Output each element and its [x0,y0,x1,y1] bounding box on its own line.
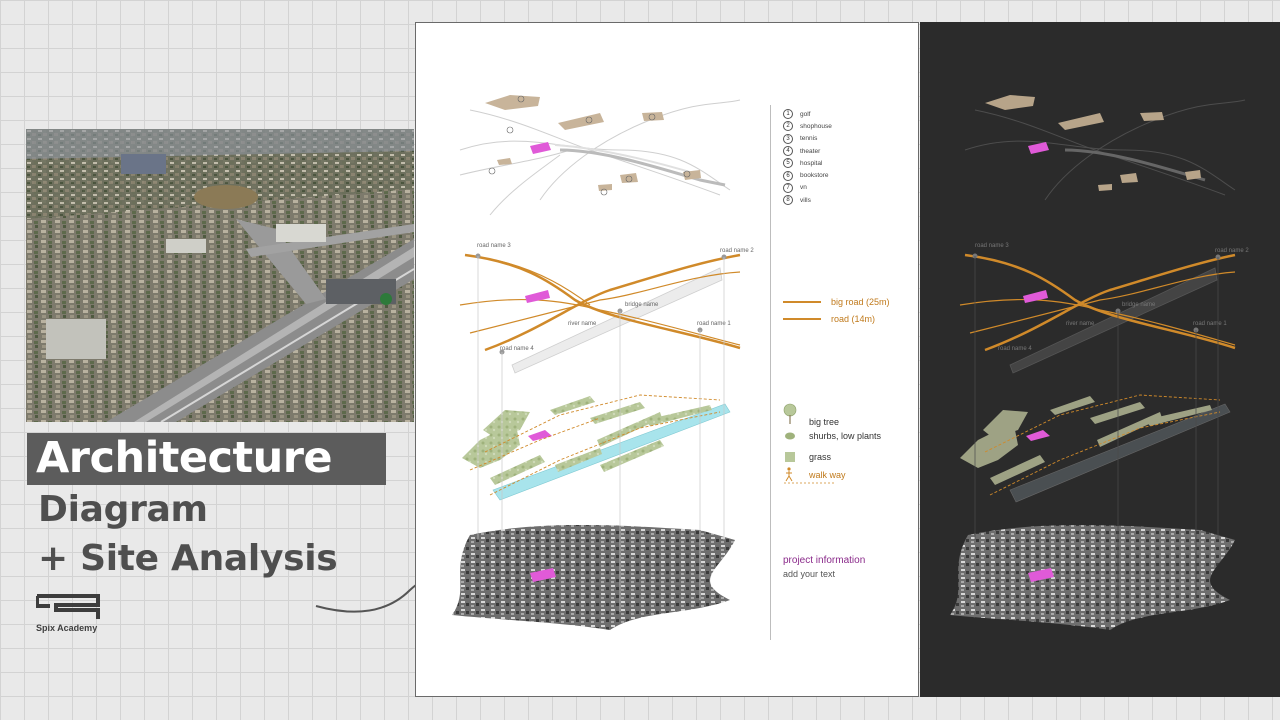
dark-roads-layer: road name 3 road name 2 bridge name rive… [959,243,1249,374]
road-label-2: road name 2 [720,248,754,254]
legend-road: road (14m) [783,314,875,324]
dark-road-label-4: road name 4 [998,346,1032,352]
legend-item: 2 shophouse [783,120,832,132]
grass-icon [785,452,795,462]
dark-aerial-layer [950,525,1235,630]
legend-item: 4 theater [783,145,832,157]
legend-item: 8 vills [783,194,832,206]
legend-item: 3 tennis [783,133,832,145]
road-label-1: road name 1 [697,321,731,327]
bridge-label: bridge name [625,302,659,308]
places-legend: 1 golf 2 shophouse 3 tennis 4 theater 5 hospi… [783,108,832,206]
legend-big-tree: big tree [809,417,840,427]
exploded-axonometric-diagram: road name 3 road name 2 bridge name rive… [452,95,1249,630]
river-label: river name [568,321,597,327]
legend-item: 5 hospital [783,157,832,169]
legend-grass: grass [809,452,832,462]
legend-shrubs: shurbs, low plants [809,431,882,441]
big-tree-icon [783,403,797,424]
legend-walk-way: walk way [809,470,846,480]
road-line-icon [783,318,821,320]
legend-item: 7 vn [783,182,832,194]
dark-river-label: river name [1066,321,1095,327]
dark-bridge-label: bridge name [1122,302,1156,308]
roads-layer: road name 3 road name 2 bridge name rive… [459,243,754,374]
dark-context-layer [964,95,1246,201]
legend-item: 1 golf [783,108,832,120]
road-label-3: road name 3 [477,243,511,249]
shrubs-icon [785,432,795,440]
aerial-base-layer [452,525,735,630]
project-info-title: project information [783,555,866,566]
dark-vegetation-layer [960,394,1231,503]
dark-road-label-3: road name 3 [975,243,1009,249]
road-label-4: road name 4 [500,346,534,352]
dark-road-label-2: road name 2 [1215,248,1249,254]
project-info-text: add your text [783,569,836,579]
dark-road-label-1: road name 1 [1193,321,1227,327]
legend-divider [770,105,771,640]
legend-big-road: big road (25m) [783,297,890,307]
big-road-line-icon [783,300,821,304]
legend-item: 6 bookstore [783,169,832,181]
context-layer [459,95,741,216]
